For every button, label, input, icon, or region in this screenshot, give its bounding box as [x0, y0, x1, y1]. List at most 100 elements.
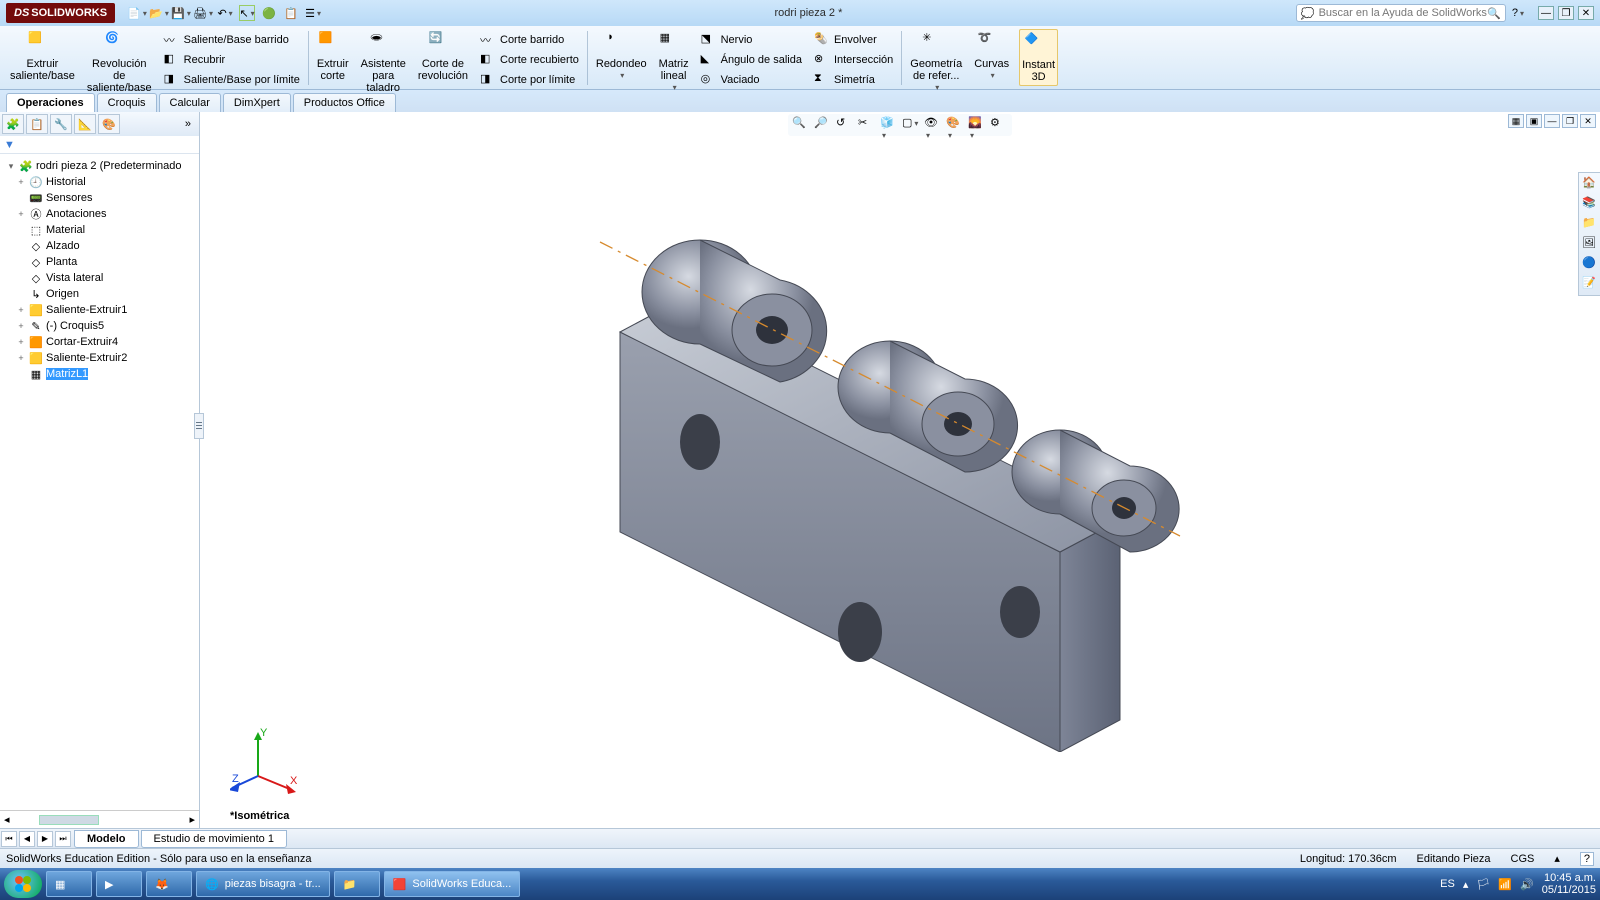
shell-button[interactable]: ◎Vaciado: [699, 71, 804, 89]
pane-splitter[interactable]: [194, 413, 204, 439]
linear-pattern-button[interactable]: ▦Matrizlineal: [657, 29, 691, 94]
swept-cut-button[interactable]: 〰Corte barrido: [478, 31, 581, 49]
tab-productos-office[interactable]: Productos Office: [293, 93, 396, 112]
mdi-tile-icon[interactable]: ▦: [1508, 114, 1524, 128]
appearances-icon[interactable]: 🔵: [1581, 255, 1599, 273]
search-icon[interactable]: 🔍: [1487, 7, 1501, 20]
tree-item-0[interactable]: +🕘Historial: [2, 174, 197, 190]
status-chevron-icon[interactable]: ▴: [1554, 852, 1560, 865]
start-button[interactable]: [4, 870, 42, 898]
taskbar-solidworks-button[interactable]: 🟥SolidWorks Educa...: [384, 871, 521, 897]
display-manager-tab[interactable]: 🎨: [98, 114, 120, 134]
property-manager-tab[interactable]: 📋: [26, 114, 48, 134]
extrude-cut-button[interactable]: 🟧Extruircorte: [315, 29, 351, 84]
taskbar-media-button[interactable]: ▶: [96, 871, 142, 897]
save-icon[interactable]: 💾: [173, 5, 189, 21]
scroll-right-icon[interactable]: ▸: [185, 813, 199, 826]
minimize-button[interactable]: —: [1538, 6, 1554, 20]
intersect-button[interactable]: ⊗Intersección: [812, 51, 895, 69]
tab-modelo[interactable]: Modelo: [74, 830, 139, 848]
tree-item-9[interactable]: +✎(-) Croquis5: [2, 318, 197, 334]
tray-show-hidden-icon[interactable]: ▴: [1463, 878, 1469, 891]
feature-manager-tab[interactable]: 🧩: [2, 114, 24, 134]
close-button[interactable]: ✕: [1578, 6, 1594, 20]
rebuild-icon[interactable]: 🟢: [261, 5, 277, 21]
taskbar-apps-button[interactable]: ▦: [46, 871, 92, 897]
undo-icon[interactable]: ↶: [217, 5, 233, 21]
motion-first-icon[interactable]: ⏮: [1, 831, 17, 847]
motion-prev-icon[interactable]: ◀: [19, 831, 35, 847]
tree-filter[interactable]: ▼: [0, 136, 199, 154]
design-library-icon[interactable]: 📚: [1581, 195, 1599, 213]
taskbar-explorer-button[interactable]: 📁: [334, 871, 380, 897]
tree-item-2[interactable]: +ⒶAnotaciones: [2, 206, 197, 222]
swept-boss-button[interactable]: 〰Saliente/Base barrido: [162, 31, 302, 49]
mdi-close-button[interactable]: ✕: [1580, 114, 1596, 128]
tree-item-3[interactable]: ⬚Material: [2, 222, 197, 238]
tree-item-8[interactable]: +🟨Saliente-Extruir1: [2, 302, 197, 318]
mdi-restore-button[interactable]: ❐: [1562, 114, 1578, 128]
curves-button[interactable]: ➰Curvas: [972, 29, 1011, 82]
motion-next-icon[interactable]: ▶: [37, 831, 53, 847]
reference-geometry-button[interactable]: ✳Geometríade refer...: [908, 29, 964, 94]
revolve-boss-button[interactable]: 🌀Revolucióndesaliente/base: [85, 29, 154, 96]
mdi-cascade-icon[interactable]: ▣: [1526, 114, 1542, 128]
taskbar-firefox-button[interactable]: 🦊: [146, 871, 192, 897]
help-search[interactable]: 💭 Buscar en la Ayuda de SolidWorks 🔍: [1296, 4, 1506, 22]
mirror-button[interactable]: ⧗Simetría: [812, 71, 895, 89]
help-dropdown-icon[interactable]: ?: [1512, 7, 1524, 19]
new-icon[interactable]: 📄: [129, 5, 145, 21]
tree-item-1[interactable]: 📟Sensores: [2, 190, 197, 206]
open-icon[interactable]: 📂: [151, 5, 167, 21]
loft-boss-button[interactable]: ◧Recubrir: [162, 51, 302, 69]
boundary-boss-button[interactable]: ◨Saliente/Base por límite: [162, 71, 302, 89]
graphics-area[interactable]: 🔍 🔎 ↺ ✂ 🧊 ▢ 👁 🎨 🌄 ⚙ ▦ ▣ — ❐ ✕ 🏠 📚 📁 🖼 🔵 …: [200, 112, 1600, 828]
taskbar-chrome-button[interactable]: 🌐piezas bisagra - tr...: [196, 871, 330, 897]
boundary-cut-button[interactable]: ◨Corte por límite: [478, 71, 581, 89]
view-palette-icon[interactable]: 🖼: [1581, 235, 1599, 253]
mdi-minimize-button[interactable]: —: [1544, 114, 1560, 128]
file-explorer-icon[interactable]: 📁: [1581, 215, 1599, 233]
tray-lang[interactable]: ES: [1440, 878, 1455, 890]
tree-item-4[interactable]: ◇Alzado: [2, 238, 197, 254]
tab-dimxpert[interactable]: DimXpert: [223, 93, 291, 112]
extrude-boss-button[interactable]: 🟨Extruirsaliente/base: [8, 29, 77, 84]
sw-resources-icon[interactable]: 🏠: [1581, 175, 1599, 193]
tab-operaciones[interactable]: Operaciones: [6, 93, 95, 112]
tree-item-12[interactable]: ▦MatrizL1: [2, 366, 197, 382]
hole-wizard-button[interactable]: 🕳Asistenteparataladro: [359, 29, 408, 96]
options-icon[interactable]: 📋: [283, 5, 299, 21]
tree-h-scrollbar[interactable]: ◂ ▸: [0, 810, 199, 828]
dimxpert-manager-tab[interactable]: 📐: [74, 114, 96, 134]
scroll-thumb[interactable]: [39, 815, 99, 825]
tree-root[interactable]: ▾🧩rodri pieza 2 (Predeterminado: [2, 158, 197, 174]
status-units[interactable]: CGS: [1511, 853, 1535, 865]
tab-estudio-movimiento[interactable]: Estudio de movimiento 1: [141, 830, 287, 848]
revolve-cut-button[interactable]: 🔄Corte derevolución: [416, 29, 470, 84]
rib-button[interactable]: ⬔Nervio: [699, 31, 804, 49]
maximize-button[interactable]: ❐: [1558, 6, 1574, 20]
configuration-manager-tab[interactable]: 🔧: [50, 114, 72, 134]
custom-props-icon[interactable]: 📝: [1581, 275, 1599, 293]
tray-volume-icon[interactable]: 🔊: [1520, 878, 1534, 891]
tree-item-7[interactable]: ↳Origen: [2, 286, 197, 302]
tray-flag-icon[interactable]: 🏳: [1476, 878, 1490, 891]
tree-item-10[interactable]: +🟧Cortar-Extruir4: [2, 334, 197, 350]
tree-item-11[interactable]: +🟨Saliente-Extruir2: [2, 350, 197, 366]
select-icon[interactable]: ↖: [239, 5, 255, 21]
tab-calcular[interactable]: Calcular: [159, 93, 221, 112]
instant-3d-button[interactable]: 🔷Instant3D: [1019, 29, 1058, 86]
draft-button[interactable]: ◣Ángulo de salida: [699, 51, 804, 69]
tree-item-5[interactable]: ◇Planta: [2, 254, 197, 270]
settings-icon[interactable]: ☰: [305, 5, 321, 21]
print-icon[interactable]: 🖨: [195, 5, 211, 21]
tab-croquis[interactable]: Croquis: [97, 93, 157, 112]
status-help-icon[interactable]: ?: [1580, 852, 1594, 866]
wrap-button[interactable]: 🌯Envolver: [812, 31, 895, 49]
tray-clock[interactable]: 10:45 a.m.05/11/2015: [1542, 872, 1596, 896]
loft-cut-button[interactable]: ◧Corte recubierto: [478, 51, 581, 69]
fillet-button[interactable]: ◗Redondeo: [594, 29, 649, 82]
tray-network-icon[interactable]: 📶: [1498, 878, 1512, 891]
manager-chevron-icon[interactable]: »: [179, 118, 197, 130]
motion-last-icon[interactable]: ⏭: [55, 831, 71, 847]
